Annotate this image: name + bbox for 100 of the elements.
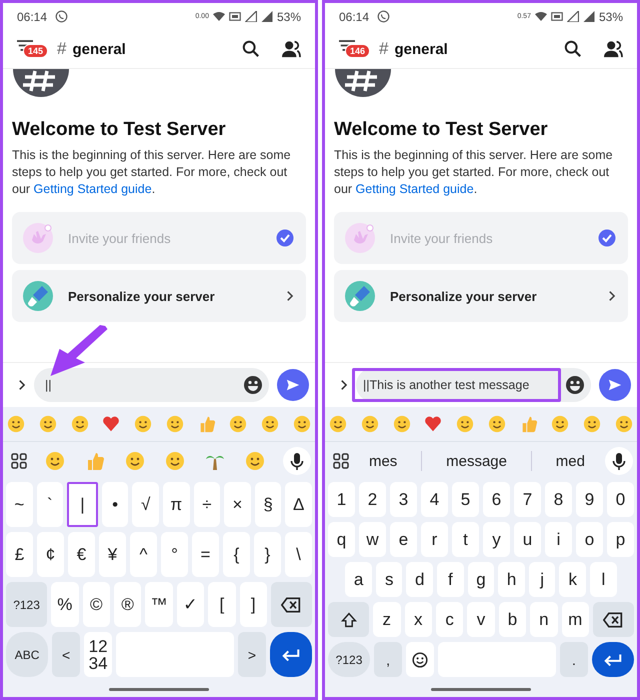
- word-suggestion[interactable]: message: [446, 452, 507, 470]
- guide-link[interactable]: Getting Started guide: [34, 182, 152, 196]
- face-emoji[interactable]: [456, 415, 474, 433]
- face-emoji[interactable]: [360, 415, 379, 433]
- guide-link[interactable]: Getting Started guide: [356, 182, 474, 196]
- keyboard-key[interactable]: ®: [114, 582, 142, 627]
- setup-card[interactable]: Personalize your server: [334, 270, 628, 322]
- face-emoji[interactable]: [125, 451, 145, 471]
- face-emoji[interactable]: [488, 415, 506, 433]
- emoji-key[interactable]: [406, 642, 434, 677]
- keyboard-key[interactable]: |: [67, 482, 98, 527]
- keyboard-key[interactable]: <: [52, 632, 80, 677]
- search-icon[interactable]: [241, 40, 261, 58]
- keyboard-key[interactable]: ¥: [99, 532, 126, 577]
- keyboard-key[interactable]: √: [132, 482, 159, 527]
- keyboard-key[interactable]: n: [530, 602, 558, 637]
- keyboard-key[interactable]: ,: [374, 642, 402, 677]
- keyboard-key[interactable]: ~: [6, 482, 33, 527]
- face-emoji[interactable]: [45, 451, 65, 471]
- thumbs-up-emoji[interactable]: [198, 415, 216, 433]
- grid-icon[interactable]: [11, 453, 27, 469]
- keyboard-key[interactable]: f: [437, 562, 464, 597]
- keyboard-key[interactable]: ?123: [328, 642, 370, 677]
- keyboard-key[interactable]: 5: [452, 482, 479, 517]
- face-emoji[interactable]: [70, 415, 89, 433]
- keyboard-key[interactable]: ¢: [37, 532, 64, 577]
- keyboard-key[interactable]: Δ: [285, 482, 312, 527]
- keyboard-key[interactable]: •: [102, 482, 128, 527]
- heart-emoji[interactable]: [424, 415, 442, 433]
- face-emoji[interactable]: [245, 451, 265, 471]
- keyboard-key[interactable]: §: [254, 482, 282, 527]
- keyboard-key[interactable]: k: [559, 562, 586, 597]
- keyboard-key[interactable]: π: [162, 482, 190, 527]
- send-button[interactable]: [277, 369, 309, 401]
- keyboard-key[interactable]: €: [68, 532, 95, 577]
- keyboard-key[interactable]: ]: [240, 582, 267, 627]
- send-button[interactable]: [599, 369, 631, 401]
- keyboard-key[interactable]: ©: [82, 582, 110, 627]
- face-emoji[interactable]: [292, 415, 311, 433]
- microphone-icon[interactable]: [605, 447, 633, 475]
- keyboard-key[interactable]: d: [406, 562, 434, 597]
- keyboard-key[interactable]: o: [576, 522, 603, 557]
- face-emoji[interactable]: [229, 415, 248, 433]
- keyboard-key[interactable]: j: [528, 562, 556, 597]
- keyboard-key[interactable]: q: [328, 522, 355, 557]
- grid-icon[interactable]: [333, 453, 349, 469]
- face-emoji[interactable]: [134, 415, 152, 433]
- keyboard-key[interactable]: m: [562, 602, 589, 637]
- face-emoji[interactable]: [614, 415, 633, 433]
- keyboard-key[interactable]: w: [359, 522, 386, 557]
- face-emoji[interactable]: [583, 415, 602, 433]
- keyboard-key[interactable]: ÷: [194, 482, 220, 527]
- keyboard-key[interactable]: ?123: [6, 582, 48, 627]
- keyboard-key[interactable]: ✓: [176, 582, 204, 627]
- keyboard-key[interactable]: }: [254, 532, 281, 577]
- shift-key[interactable]: [328, 602, 370, 637]
- keyboard-key[interactable]: c: [436, 602, 464, 637]
- keyboard-key[interactable]: °: [161, 532, 188, 577]
- members-icon[interactable]: [281, 40, 301, 58]
- keyboard-key[interactable]: i: [545, 522, 572, 557]
- keyboard-key[interactable]: l: [590, 562, 617, 597]
- keyboard-key[interactable]: ABC: [6, 632, 48, 677]
- heart-emoji[interactable]: [102, 415, 120, 433]
- expand-icon[interactable]: [17, 379, 26, 391]
- thumbs-up-emoji[interactable]: [85, 451, 105, 471]
- keyboard-key[interactable]: a: [345, 562, 372, 597]
- word-suggestion[interactable]: med: [556, 452, 585, 470]
- face-emoji[interactable]: [165, 451, 185, 471]
- keyboard-key[interactable]: x: [404, 602, 432, 637]
- backspace-key[interactable]: [592, 602, 634, 637]
- enter-key[interactable]: [270, 632, 312, 677]
- keyboard-key[interactable]: .: [560, 642, 588, 677]
- face-emoji[interactable]: [261, 415, 280, 433]
- face-emoji[interactable]: [329, 415, 347, 433]
- keyboard-key[interactable]: ™: [145, 582, 173, 627]
- face-emoji[interactable]: [551, 415, 570, 433]
- keyboard-key[interactable]: r: [421, 522, 448, 557]
- keyboard-key[interactable]: £: [6, 532, 33, 577]
- keyboard-key[interactable]: p: [607, 522, 634, 557]
- keyboard-key[interactable]: 9: [576, 482, 603, 517]
- emoji-icon[interactable]: [243, 375, 263, 395]
- keyboard-key[interactable]: =: [192, 532, 219, 577]
- keyboard-key[interactable]: ^: [130, 532, 157, 577]
- keyboard-key[interactable]: {: [223, 532, 250, 577]
- keyboard-key[interactable]: h: [498, 562, 525, 597]
- keyboard-key[interactable]: e: [390, 522, 417, 557]
- keyboard-key[interactable]: 12 34: [84, 632, 112, 677]
- home-indicator[interactable]: [109, 688, 209, 690]
- keyboard-key[interactable]: 2: [359, 482, 386, 517]
- keyboard-key[interactable]: b: [498, 602, 526, 637]
- keyboard-key[interactable]: 1: [328, 482, 355, 517]
- members-icon[interactable]: [603, 40, 623, 58]
- home-indicator[interactable]: [431, 688, 531, 690]
- keyboard-key[interactable]: >: [238, 632, 266, 677]
- keyboard-key[interactable]: 8: [545, 482, 572, 517]
- keyboard-key[interactable]: g: [468, 562, 494, 597]
- face-emoji[interactable]: [38, 415, 57, 433]
- search-icon[interactable]: [563, 40, 583, 58]
- face-emoji[interactable]: [392, 415, 411, 433]
- face-emoji[interactable]: [166, 415, 184, 433]
